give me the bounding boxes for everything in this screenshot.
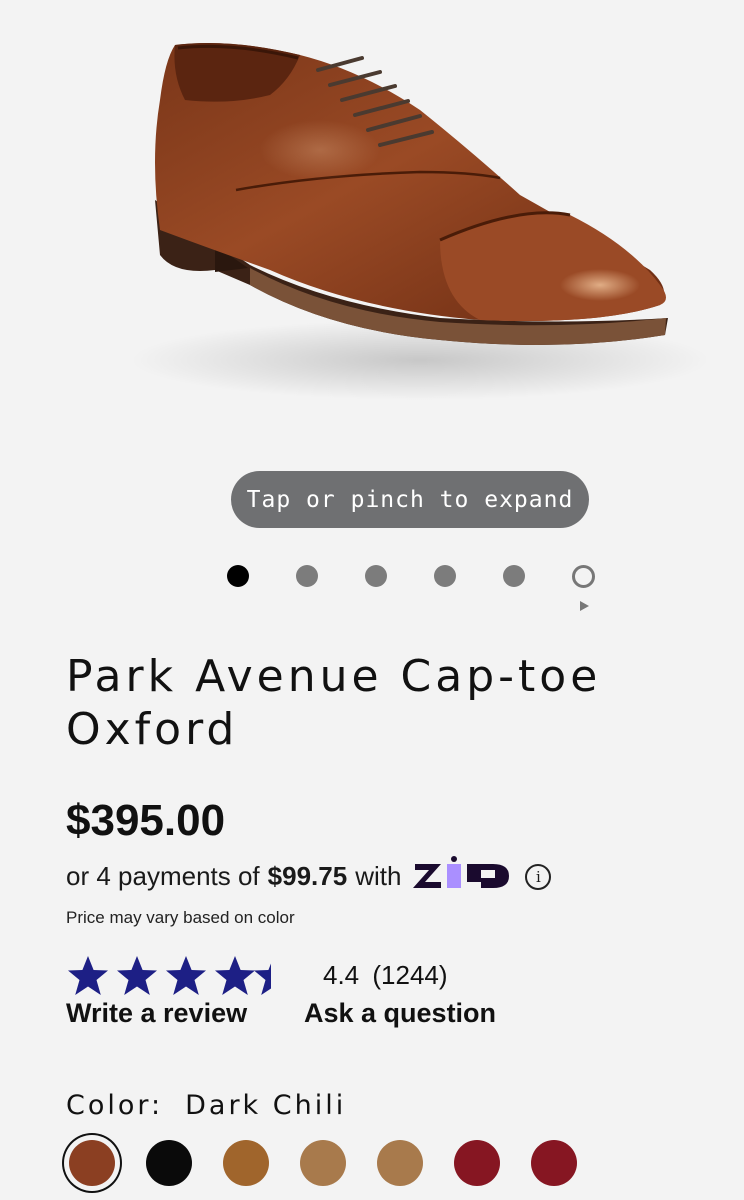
price-note: Price may vary based on color [66, 908, 295, 927]
gallery-dot-1[interactable] [227, 565, 249, 587]
play-icon[interactable] [580, 601, 589, 611]
write-review-link[interactable]: Write a review [66, 998, 247, 1029]
color-value: Dark Chili [185, 1090, 347, 1121]
color-selection-label: Color: Dark Chili [66, 1090, 346, 1121]
product-title: Park Avenue Cap-toe Oxford [66, 651, 602, 755]
installment-prefix: or 4 payments of [66, 861, 260, 891]
gallery-dot-2[interactable] [296, 565, 318, 587]
star-icon [117, 956, 157, 995]
product-price: $395.00 [66, 796, 226, 845]
installment-amount: $99.75 [267, 861, 348, 891]
gallery-dot-4[interactable] [434, 565, 456, 587]
swatch-tan[interactable] [300, 1140, 346, 1186]
gallery-dot-3[interactable] [365, 565, 387, 587]
swatch-walnut[interactable] [223, 1140, 269, 1186]
swatch-burgundy-2[interactable] [531, 1140, 577, 1186]
rating-value: 4.4 [323, 960, 360, 990]
info-icon[interactable]: i [525, 863, 552, 890]
rating-summary[interactable]: 4.4 (1244) [323, 960, 454, 991]
swatch-burgundy[interactable] [454, 1140, 500, 1186]
partial-star-icon [254, 956, 271, 995]
swatch-black[interactable] [146, 1140, 192, 1186]
zip-logo[interactable] [413, 856, 511, 897]
installment-info: or 4 payments of $99.75 with i [66, 856, 552, 897]
rating-stars[interactable] [66, 954, 271, 1003]
shoe-image [130, 42, 710, 400]
expand-image-button[interactable]: Tap or pinch to expand [231, 471, 589, 528]
color-label: Color: [66, 1090, 164, 1121]
swatch-light-tan[interactable] [377, 1140, 423, 1186]
review-count: (1244) [372, 960, 448, 990]
gallery-pagination [0, 565, 744, 589]
installment-suffix: with [355, 861, 402, 891]
star-icon [68, 956, 108, 995]
product-image[interactable] [0, 0, 744, 460]
star-icon [215, 956, 255, 995]
gallery-dot-5[interactable] [503, 565, 525, 587]
ask-question-link[interactable]: Ask a question [304, 998, 496, 1029]
star-icon [166, 956, 206, 995]
swatch-dark-chili[interactable] [69, 1140, 115, 1186]
gallery-dot-video[interactable] [572, 565, 595, 588]
